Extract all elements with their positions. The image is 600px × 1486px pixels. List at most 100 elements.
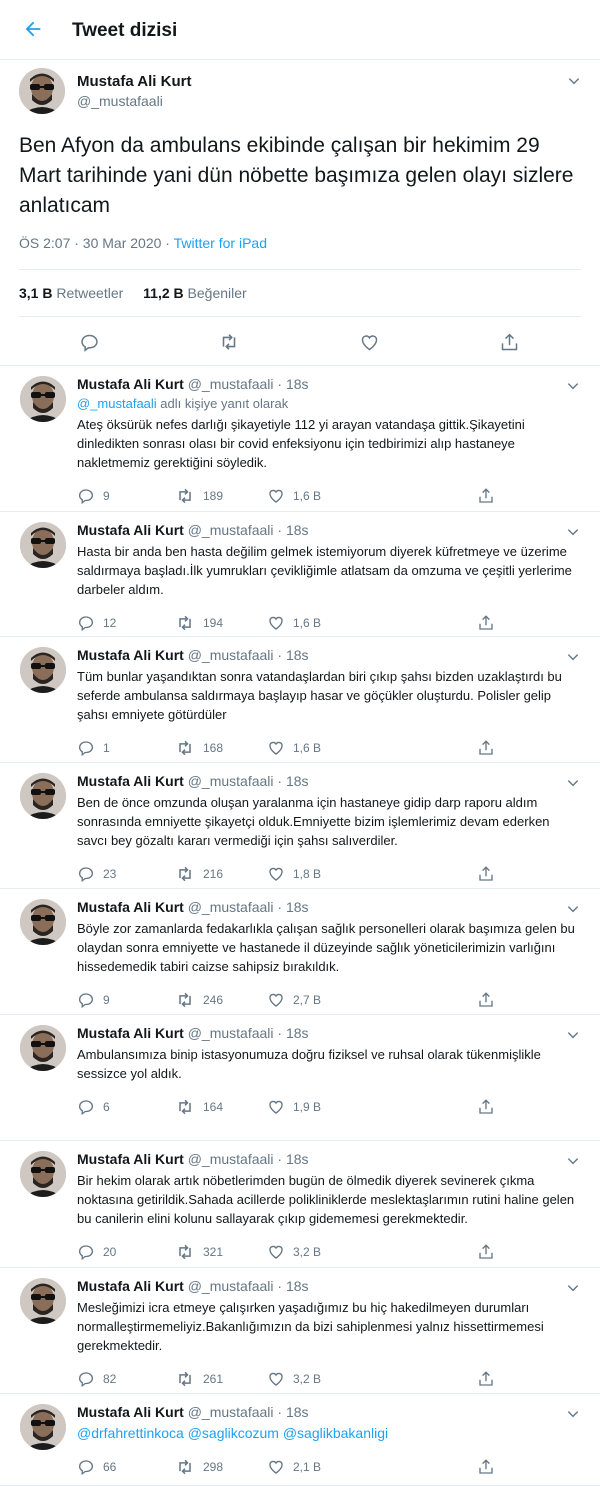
avatar[interactable] [20,1278,66,1324]
reply-tweet[interactable]: Mustafa Ali Kurt @_mustafaali · 18s Mesl… [0,1268,600,1394]
like-button[interactable]: 1,8 B [267,864,321,884]
more-menu-button[interactable] [564,774,582,792]
retweet-button[interactable]: 194 [175,613,223,633]
more-menu-button[interactable] [564,1279,582,1297]
reply-button[interactable] [77,330,101,354]
reply-timestamp[interactable]: · 18s [277,522,308,538]
reply-timestamp[interactable]: · 18s [277,773,308,789]
author-name[interactable]: Mustafa Ali Kurt [77,522,184,538]
avatar[interactable] [20,376,66,422]
author-name[interactable]: Mustafa Ali Kurt [77,1025,184,1041]
retweet-button[interactable]: 321 [175,1242,223,1262]
reply-timestamp[interactable]: · 18s [277,376,308,392]
avatar[interactable] [20,773,66,819]
reply-tweet[interactable]: Mustafa Ali Kurt @_mustafaali · 18s Ben … [0,763,600,889]
share-button[interactable] [477,738,495,758]
retweets-stat[interactable]: 3,1 B Retweetler [19,285,123,301]
retweet-button[interactable]: 216 [175,864,223,884]
retweet-button[interactable]: 164 [175,1097,223,1117]
like-button[interactable]: 1,9 B [267,1097,321,1117]
reply-button[interactable]: 23 [77,864,116,884]
author-handle[interactable]: @_mustafaali [188,1025,274,1041]
author-handle[interactable]: @_mustafaali [188,376,274,392]
author-handle[interactable]: @_mustafaali [188,647,274,663]
like-button[interactable]: 3,2 B [267,1242,321,1262]
share-button[interactable] [477,1369,495,1389]
replying-to-mention[interactable]: @_mustafaali [77,396,157,411]
author-handle[interactable]: @_mustafaali [188,1151,274,1167]
avatar[interactable] [19,68,65,114]
like-button[interactable]: 2,1 B [267,1457,321,1477]
reply-button[interactable]: 66 [77,1457,116,1477]
reply-tweet[interactable]: Mustafa Ali Kurt @_mustafaali · 18s Tüm … [0,637,600,763]
reply-tweet[interactable]: Mustafa Ali Kurt @_mustafaali · 18s Ambu… [0,1015,600,1141]
tweet-timestamp[interactable]: ÖS 2:07 · 30 Mar 2020 · [19,235,174,251]
avatar[interactable] [20,1025,66,1071]
share-button[interactable] [477,864,495,884]
reply-button[interactable]: 9 [77,990,110,1010]
share-button[interactable] [477,486,495,506]
retweet-button[interactable]: 246 [175,990,223,1010]
reply-button[interactable]: 6 [77,1097,110,1117]
reply-button[interactable]: 82 [77,1369,116,1389]
reply-timestamp[interactable]: · 18s [277,1404,308,1420]
author-name[interactable]: Mustafa Ali Kurt [77,647,184,663]
like-button[interactable]: 1,6 B [267,738,321,758]
reply-tweet[interactable]: Mustafa Ali Kurt @_mustafaali · 18s @_mu… [0,366,600,512]
share-button[interactable] [497,330,521,354]
author-handle[interactable]: @_mustafaali [77,93,163,109]
reply-button[interactable]: 9 [77,486,110,506]
author-handle[interactable]: @_mustafaali [188,1278,274,1294]
author-handle[interactable]: @_mustafaali [188,1404,274,1420]
share-button[interactable] [477,990,495,1010]
like-button[interactable]: 1,6 B [267,613,321,633]
author-name[interactable]: Mustafa Ali Kurt [77,1151,184,1167]
retweet-button[interactable] [217,330,241,354]
author-name[interactable]: Mustafa Ali Kurt [77,899,184,915]
like-button[interactable]: 3,2 B [267,1369,321,1389]
share-button[interactable] [477,613,495,633]
share-button[interactable] [477,1097,495,1117]
more-menu-button[interactable] [564,1026,582,1044]
more-menu-button[interactable] [564,900,582,918]
author-handle[interactable]: @_mustafaali [188,899,274,915]
reply-tweet[interactable]: Mustafa Ali Kurt @_mustafaali · 18s Böyl… [0,889,600,1015]
more-menu-button[interactable] [564,1152,582,1170]
reply-tweet[interactable]: Mustafa Ali Kurt @_mustafaali · 18s Hast… [0,512,600,637]
more-menu-button[interactable] [564,648,582,666]
more-menu-button[interactable] [564,523,582,541]
reply-timestamp[interactable]: · 18s [277,1278,308,1294]
avatar[interactable] [20,899,66,945]
reply-button[interactable]: 1 [77,738,110,758]
avatar[interactable] [20,647,66,693]
retweet-button[interactable]: 298 [175,1457,223,1477]
avatar[interactable] [20,1404,66,1450]
reply-timestamp[interactable]: · 18s [277,899,308,915]
reply-timestamp[interactable]: · 18s [277,1025,308,1041]
like-button[interactable]: 1,6 B [267,486,321,506]
more-menu-button[interactable] [565,72,583,90]
retweet-button[interactable]: 261 [175,1369,223,1389]
likes-stat[interactable]: 11,2 B Beğeniler [143,285,247,301]
avatar[interactable] [20,522,66,568]
reply-tweet[interactable]: Mustafa Ali Kurt @_mustafaali · 18s @drf… [0,1394,600,1486]
tweet-source[interactable]: Twitter for iPad [174,235,267,251]
more-menu-button[interactable] [564,377,582,395]
retweet-button[interactable]: 189 [175,486,223,506]
share-button[interactable] [477,1242,495,1262]
like-button[interactable] [357,330,381,354]
reply-tweet[interactable]: Mustafa Ali Kurt @_mustafaali · 18s Bir … [0,1141,600,1268]
reply-timestamp[interactable]: · 18s [277,1151,308,1167]
more-menu-button[interactable] [564,1405,582,1423]
share-button[interactable] [477,1457,495,1477]
reply-button[interactable]: 12 [77,613,116,633]
back-button[interactable] [18,14,48,44]
author-name[interactable]: Mustafa Ali Kurt [77,376,184,392]
author-name[interactable]: Mustafa Ali Kurt [77,73,191,90]
author-handle[interactable]: @_mustafaali [188,773,274,789]
author-name[interactable]: Mustafa Ali Kurt [77,1404,184,1420]
avatar[interactable] [20,1151,66,1197]
reply-timestamp[interactable]: · 18s [277,647,308,663]
like-button[interactable]: 2,7 B [267,990,321,1010]
author-name[interactable]: Mustafa Ali Kurt [77,1278,184,1294]
